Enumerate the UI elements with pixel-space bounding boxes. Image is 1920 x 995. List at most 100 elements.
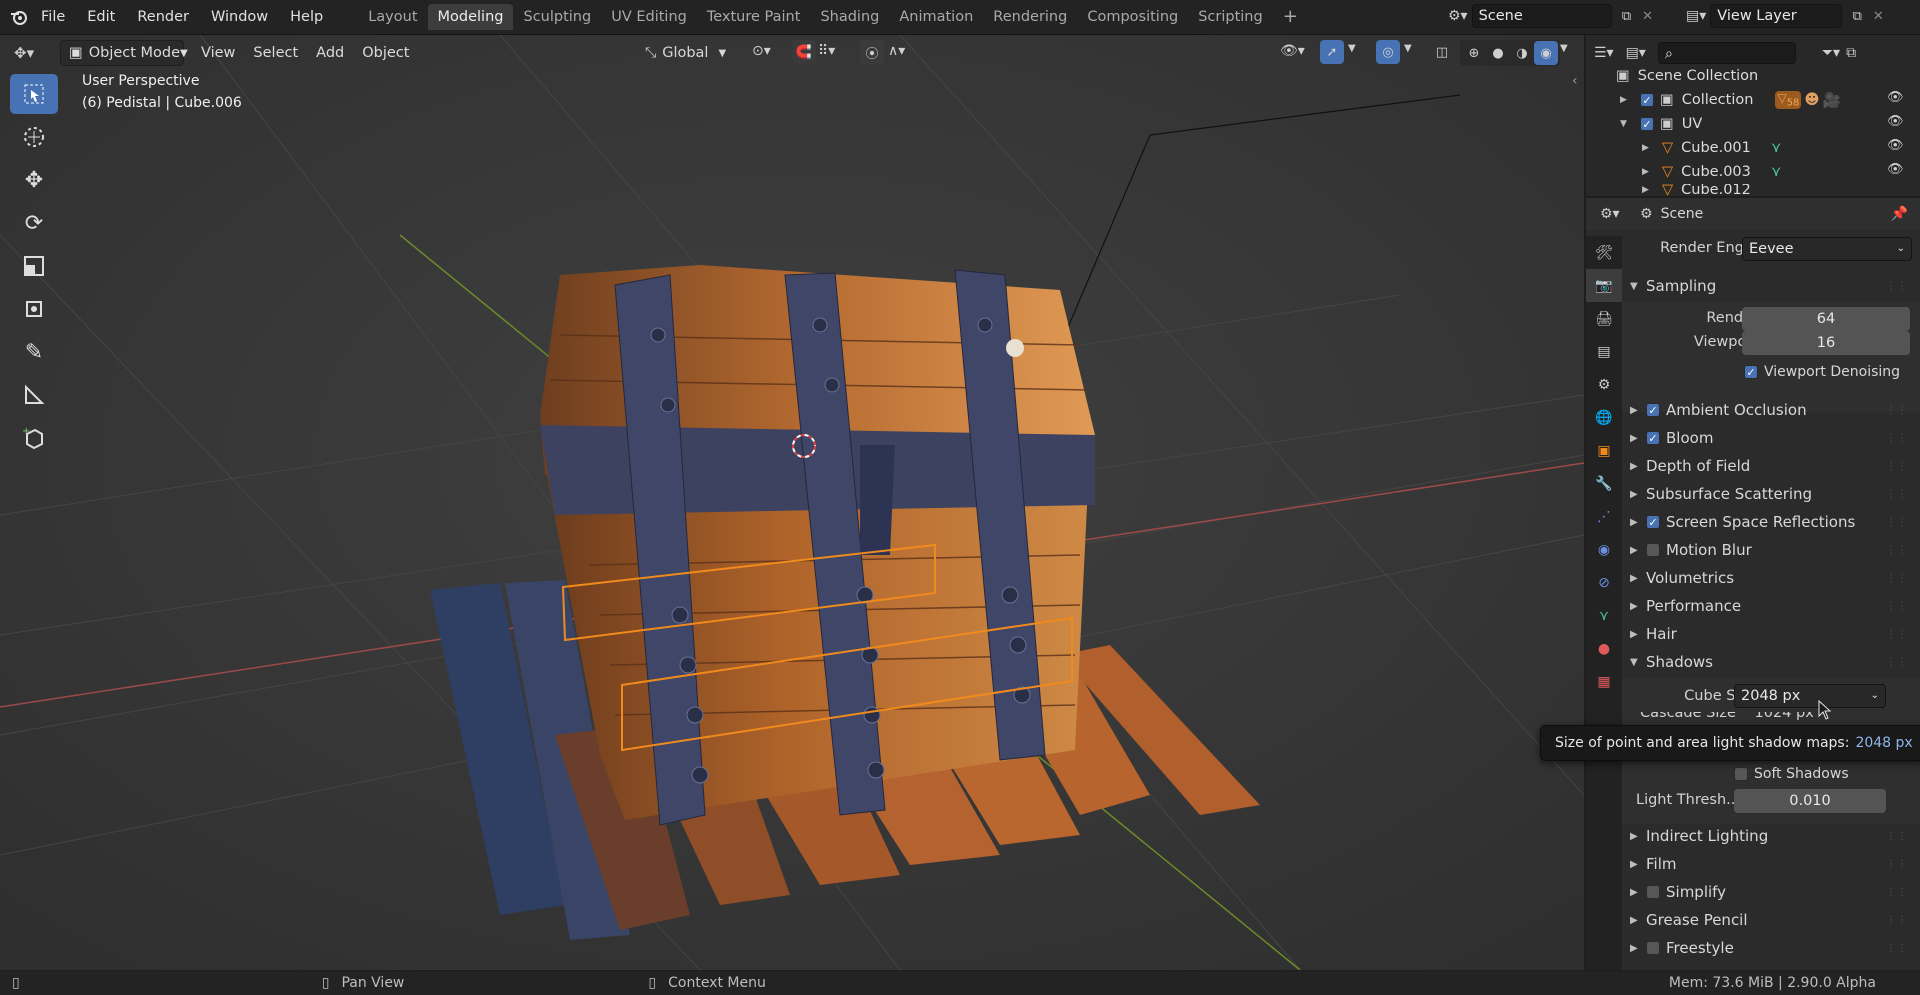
tab-animation[interactable]: Animation — [889, 4, 983, 30]
panel-subsurface-scattering[interactable]: ▶ Subsurface Scattering ⋮⋮ — [1630, 480, 1912, 508]
visibility-eye-icon[interactable]: 👁 — [1887, 162, 1904, 177]
solid-shading-icon[interactable]: ● — [1486, 41, 1510, 65]
panel-hair[interactable]: ▶ Hair ⋮⋮ — [1630, 620, 1912, 648]
panel-ambient-occlusion[interactable]: ▶ ✓ Ambient Occlusion ⋮⋮ — [1630, 396, 1912, 424]
move-tool-icon[interactable]: ✥ — [10, 160, 58, 200]
drag-grip-icon[interactable]: ⋮⋮ — [1886, 433, 1908, 444]
remove-view-layer-icon[interactable]: ✕ — [1868, 4, 1888, 28]
outliner-item-uv[interactable]: ▼ ✓ ▣ UV — [1620, 112, 1702, 136]
outliner-item-cube-001[interactable]: ▶ ▽ Cube.001 ⋎ — [1642, 136, 1782, 160]
panel-performance[interactable]: ▶ Performance ⋮⋮ — [1630, 592, 1912, 620]
drag-grip-icon[interactable]: ⋮⋮ — [1886, 943, 1908, 954]
rendered-shading-icon[interactable]: ◉ — [1534, 41, 1558, 65]
drag-grip-icon[interactable]: ⋮⋮ — [1886, 831, 1908, 842]
drag-grip-icon[interactable]: ⋮⋮ — [1886, 461, 1908, 472]
wireframe-shading-icon[interactable]: ⊕ — [1462, 41, 1486, 65]
drag-grip-icon[interactable]: ⋮⋮ — [1886, 573, 1908, 584]
xray-toggle-icon[interactable]: ◫ — [1430, 40, 1454, 64]
outliner-search-input[interactable]: ⌕ — [1657, 42, 1796, 64]
panel-volumetrics[interactable]: ▶ Volumetrics ⋮⋮ — [1630, 564, 1912, 592]
menu-help[interactable]: Help — [279, 0, 334, 34]
menu-object[interactable]: Object — [353, 35, 418, 71]
checkbox[interactable]: ✓ — [1744, 365, 1758, 379]
menu-window[interactable]: Window — [200, 0, 279, 34]
scale-tool-icon[interactable] — [10, 246, 58, 286]
chevron-down-icon[interactable]: ▼ — [1404, 43, 1412, 54]
drag-grip-icon[interactable]: ⋮⋮ — [1886, 281, 1908, 292]
visibility-eye-icon[interactable]: 👁 — [1887, 114, 1904, 129]
world-tab-icon[interactable]: 🌐 — [1586, 401, 1622, 434]
checkbox[interactable]: ✓ — [1646, 515, 1660, 529]
render-samples-field[interactable]: 64 — [1742, 307, 1910, 331]
cube-size-dropdown[interactable]: 2048 px ⌄ — [1734, 684, 1886, 708]
drag-grip-icon[interactable]: ⋮⋮ — [1886, 489, 1908, 500]
soft-shadows-toggle[interactable]: Soft Shadows — [1734, 766, 1849, 782]
checkbox[interactable] — [1646, 543, 1660, 557]
view-layer-tab-icon[interactable]: ▤ — [1586, 335, 1622, 368]
output-tab-icon[interactable]: 🖨 — [1586, 302, 1622, 335]
tab-sculpting[interactable]: Sculpting — [513, 4, 601, 30]
menu-select[interactable]: Select — [244, 35, 307, 71]
chevron-down-icon[interactable]: ▼ — [1560, 43, 1568, 54]
add-workspace-icon[interactable]: + — [1273, 4, 1308, 30]
display-mode-icon[interactable]: ▤▾ — [1626, 45, 1646, 61]
menu-add[interactable]: Add — [307, 35, 353, 71]
drag-grip-icon[interactable]: ⋮⋮ — [1886, 859, 1908, 870]
panel-simplify[interactable]: ▶ Simplify ⋮⋮ — [1630, 878, 1912, 906]
filter-icon[interactable]: ⏷▾ — [1822, 45, 1840, 61]
new-collection-icon[interactable]: ⧉ — [1846, 45, 1856, 61]
render-engine-dropdown[interactable]: Eevee ⌄ — [1742, 237, 1912, 261]
rotate-tool-icon[interactable]: ⟳ — [10, 203, 58, 243]
object-tab-icon[interactable]: ▣ — [1586, 434, 1622, 467]
panel-indirect-lighting[interactable]: ▶ Indirect Lighting ⋮⋮ — [1630, 822, 1912, 850]
drag-grip-icon[interactable]: ⋮⋮ — [1886, 887, 1908, 898]
snap-target-icon[interactable]: ⠿▾ — [818, 43, 835, 59]
checkbox[interactable] — [1646, 885, 1660, 899]
constraints-tab-icon[interactable]: ⊘ — [1586, 566, 1622, 599]
chevron-down-icon[interactable]: ▼ — [1348, 43, 1356, 54]
tab-texture-paint[interactable]: Texture Paint — [697, 4, 811, 30]
particles-tab-icon[interactable]: ⋰ — [1586, 500, 1622, 533]
render-tab-icon[interactable]: 📷 — [1586, 269, 1622, 302]
panel-depth-of-field[interactable]: ▶ Depth of Field ⋮⋮ — [1630, 452, 1912, 480]
drag-grip-icon[interactable]: ⋮⋮ — [1886, 629, 1908, 640]
proportional-edit-icon[interactable]: ⦿ — [860, 40, 884, 64]
panel-screen-space-reflections[interactable]: ▶ ✓ Screen Space Reflections ⋮⋮ — [1630, 508, 1912, 536]
drag-grip-icon[interactable]: ⋮⋮ — [1886, 405, 1908, 416]
menu-file[interactable]: File — [30, 0, 76, 34]
add-cube-tool-icon[interactable]: + — [10, 418, 58, 458]
viewport-samples-field[interactable]: 16 — [1742, 331, 1910, 355]
data-tab-icon[interactable]: ⋎ — [1586, 599, 1622, 632]
snap-toggle-icon[interactable]: 🧲 — [792, 40, 816, 64]
mode-selector[interactable]: ▣ Object Mode ▼ — [60, 40, 188, 66]
sidebar-toggle-icon[interactable]: ‹ — [1572, 73, 1578, 89]
exclude-checkbox[interactable]: ✓ — [1640, 117, 1654, 131]
cursor-tool-icon[interactable] — [10, 117, 58, 157]
panel-shadows[interactable]: ▼ Shadows ⋮⋮ — [1630, 648, 1912, 676]
outliner-root[interactable]: ▣ Scene Collection — [1616, 64, 1758, 88]
scene-name-field[interactable]: Scene — [1471, 4, 1612, 28]
new-scene-icon[interactable]: ⧉ — [1616, 4, 1638, 28]
3d-viewport[interactable]: User Perspective (6) Pedistal | Cube.006… — [0, 35, 1584, 970]
material-tab-icon[interactable]: ● — [1586, 632, 1622, 665]
panel-motion-blur[interactable]: ▶ Motion Blur ⋮⋮ — [1630, 536, 1912, 564]
scene-tab-icon[interactable]: ⚙ — [1586, 368, 1622, 401]
expand-icon[interactable]: ▶ — [1642, 185, 1662, 195]
viewport-denoising-toggle[interactable]: ✓ Viewport Denoising — [1744, 364, 1900, 380]
menu-view[interactable]: View — [192, 35, 244, 71]
outliner-item-cube-012[interactable]: ▶ ▽ Cube.012 — [1642, 184, 1751, 196]
tab-uv-editing[interactable]: UV Editing — [601, 4, 697, 30]
falloff-icon[interactable]: ∧▾ — [888, 43, 905, 59]
panel-film[interactable]: ▶ Film ⋮⋮ — [1630, 850, 1912, 878]
menu-edit[interactable]: Edit — [76, 0, 126, 34]
light-threshold-field[interactable]: 0.010 — [1734, 789, 1886, 813]
texture-tab-icon[interactable]: ▦ — [1586, 665, 1622, 698]
scene-icon[interactable]: ⚙▾ — [1448, 8, 1468, 24]
remove-scene-icon[interactable]: ✕ — [1638, 4, 1658, 28]
checkbox[interactable]: ✓ — [1646, 403, 1660, 417]
expand-icon[interactable]: ▶ — [1620, 95, 1640, 105]
visibility-eye-icon[interactable]: 👁 — [1887, 138, 1904, 153]
checkbox[interactable]: ✓ — [1646, 431, 1660, 445]
overlays-toggle-icon[interactable]: ◎ — [1376, 40, 1400, 64]
pin-icon[interactable]: 📌 — [1891, 206, 1908, 222]
